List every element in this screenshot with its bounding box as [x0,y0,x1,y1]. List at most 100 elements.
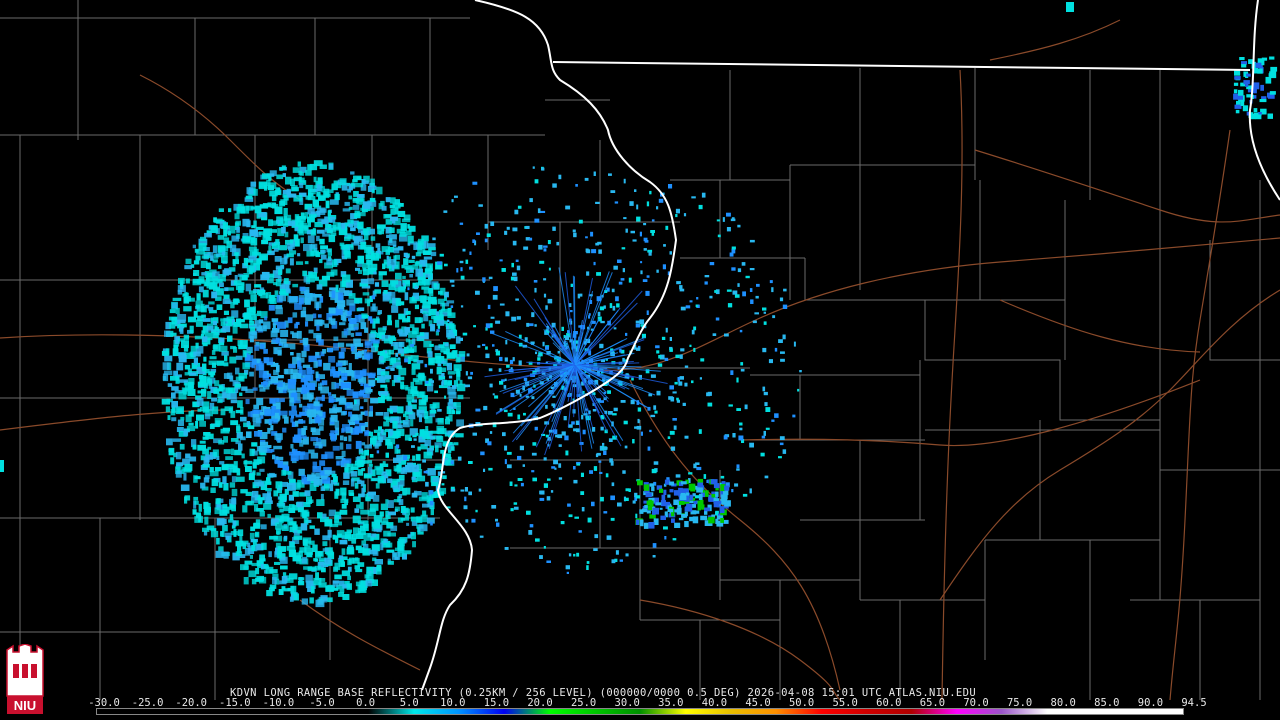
echo-pixel [179,326,184,334]
echo-pixel [587,517,592,523]
echo-pixel [178,277,185,284]
echo-pixel [274,433,283,440]
echo-pixel [495,350,500,356]
echo-pixel [495,320,501,324]
echo-pixel [358,314,362,320]
echo-pixel [506,464,512,469]
echo-pixel [304,490,311,496]
echo-pixel [473,325,476,328]
echo-pixel [348,490,354,496]
echo-pixel [693,326,697,331]
echo-pixel [602,442,605,446]
echo-pixel [563,416,567,421]
echo-pixel [210,530,219,538]
echo-pixel [315,371,319,379]
echo-pixel [249,371,254,377]
echo-pixel [362,315,369,319]
echo-pixel [555,434,558,438]
echo-pixel [1245,83,1249,87]
echo-pixel [407,287,410,291]
echo-pixel [640,431,643,436]
echo-pixel [218,265,222,269]
echo-pixel [251,442,258,447]
echo-pixel [321,394,325,402]
echo-pixel [402,550,412,555]
echo-pixel [504,459,507,465]
echo-pixel [625,228,628,233]
echo-pixel [412,541,416,548]
echo-pixel [525,225,530,229]
echo-pixel [370,339,380,344]
echo-pixel [350,227,356,232]
echo-pixel [531,470,535,473]
echo-pixel [299,452,309,460]
echo-pixel [1268,73,1276,77]
echo-pixel [395,444,400,449]
echo-pixel [774,413,779,418]
echo-pixel [404,328,409,332]
echo-pixel [502,432,506,437]
echo-pixel [281,343,290,348]
echo-pixel [341,570,351,577]
echo-pixel [327,597,333,603]
echo-pixel [296,501,304,508]
echo-pixel [416,374,423,378]
echo-pixel [165,406,170,413]
echo-pixel [409,324,415,328]
echo-pixel [661,494,666,501]
echo-pixel [369,197,376,202]
echo-pixel [241,386,248,391]
echo-pixel [385,197,391,203]
echo-pixel [327,248,332,256]
echo-pixel [403,455,408,461]
echo-pixel [278,410,288,416]
echo-pixel [493,286,498,292]
echo-pixel [332,259,338,267]
echo-pixel [505,339,508,345]
echo-pixel [366,572,374,581]
echo-pixel [572,229,576,233]
echo-pixel [596,272,601,276]
echo-pixel [299,411,307,416]
echo-pixel [252,461,260,466]
echo-pixel [279,167,284,171]
echo-pixel [229,244,237,252]
echo-pixel [334,382,340,389]
echo-pixel [495,518,498,522]
echo-pixel [406,394,415,403]
echo-pixel [221,531,225,537]
echo-pixel [384,350,387,354]
echo-pixel [690,486,696,492]
echo-pixel [293,535,303,540]
echo-pixel [410,419,414,427]
echo-pixel [1259,99,1267,103]
echo-pixel [371,252,380,261]
echo-pixel [720,518,724,523]
echo-pixel [211,397,217,402]
echo-pixel [294,214,300,222]
echo-pixel [505,311,510,317]
echo-pixel [648,522,655,529]
echo-pixel [357,255,365,264]
echo-pixel [389,227,395,233]
echo-pixel [307,474,316,482]
echo-pixel [231,476,237,483]
echo-pixel [611,482,615,487]
echo-pixel [380,503,388,510]
echo-pixel [208,307,214,311]
echo-pixel [301,388,306,395]
echo-pixel [573,553,576,557]
echo-pixel [739,427,743,431]
echo-pixel [545,404,548,409]
echo-pixel [266,496,272,503]
echo-pixel [519,445,524,451]
echo-pixel [277,550,282,559]
echo-pixel [299,286,306,291]
echo-pixel [447,312,456,318]
echo-pixel [610,495,615,501]
echo-pixel [435,445,439,453]
echo-pixel [282,427,287,433]
echo-pixel [233,322,242,327]
echo-pixel [422,301,431,309]
echo-pixel [364,431,369,435]
